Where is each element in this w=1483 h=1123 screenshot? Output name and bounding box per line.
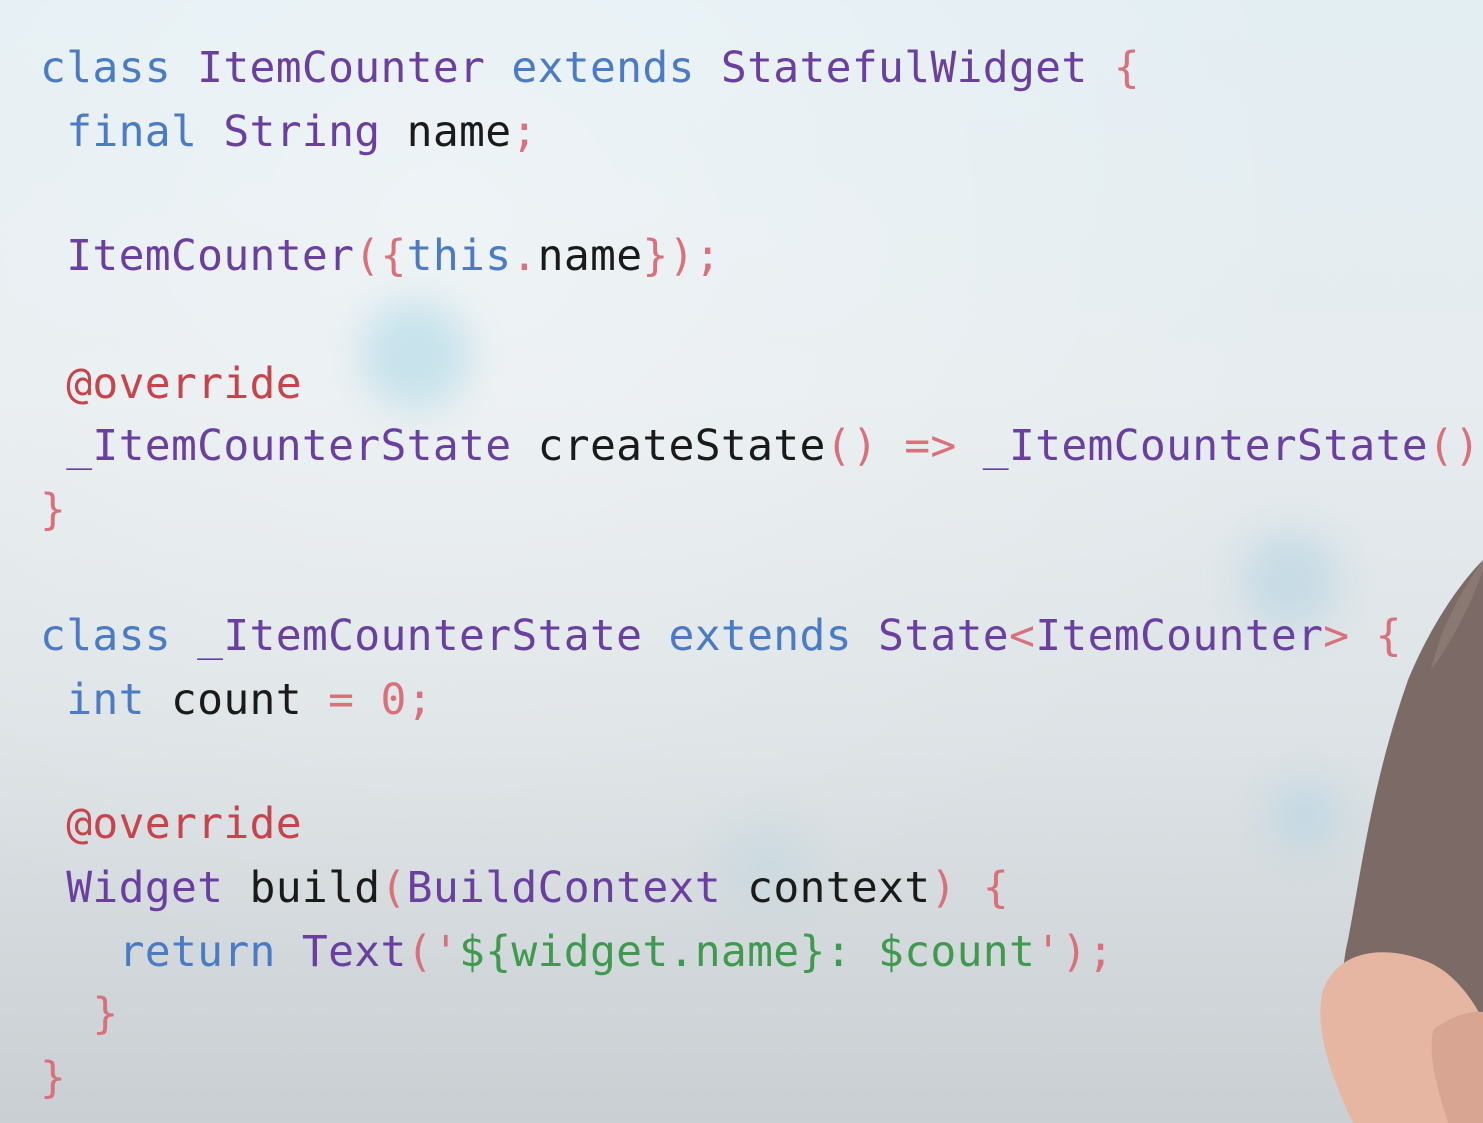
code-token-annotation: @override (40, 359, 302, 409)
code-token-punctuation: ; (406, 675, 433, 725)
line-close-class-2: } (40, 1054, 66, 1102)
line-final-name: final String name; (40, 108, 538, 156)
code-token-type: StatefulWidget (720, 43, 1114, 93)
code-token-type: Text (301, 927, 407, 977)
code-token-type: State (878, 611, 1009, 661)
code-token-punctuation: > { (1323, 611, 1402, 661)
code-token-type: Widget (40, 863, 250, 913)
code-token-type: ItemCounter (1035, 611, 1324, 661)
code-block: class ItemCounter extends StatefulWidget… (0, 0, 1483, 1123)
code-token-type: _ItemCounterState (40, 421, 538, 471)
line-class-state: class _ItemCounterState extends State<It… (40, 612, 1402, 660)
code-token-keyword: extends (668, 611, 879, 661)
code-token-type: ItemCounter (197, 43, 512, 93)
line-override-2: @override (40, 800, 302, 848)
code-token-type: _ItemCounterState (197, 611, 669, 661)
code-token-punctuation: (' (406, 927, 460, 977)
code-token-punctuation: . (511, 231, 538, 281)
code-token-annotation: @override (40, 799, 302, 849)
code-token-punctuation: ( (380, 863, 407, 913)
line-int-count: int count = 0; (40, 676, 433, 724)
code-token-keyword: int (40, 675, 171, 725)
code-token-identifier: build (249, 863, 381, 913)
line-class-itemcounter: class ItemCounter extends StatefulWidget… (40, 44, 1140, 92)
code-token-keyword: class (40, 43, 198, 93)
line-build: Widget build(BuildContext context) { (40, 864, 1009, 912)
code-token-string: ${widget.name}: $count (459, 927, 1036, 977)
code-token-number: 0 (380, 675, 407, 725)
code-token-type: ItemCounter (40, 231, 355, 281)
code-token-punctuation: } (40, 1053, 67, 1103)
line-createstate: _ItemCounterState createState() => _Item… (40, 422, 1483, 470)
code-token-punctuation: = (328, 675, 381, 725)
code-token-keyword: extends (511, 43, 721, 93)
code-token-punctuation: '); (1035, 927, 1114, 977)
code-token-keyword: class (40, 611, 198, 661)
code-token-identifier: createState (537, 421, 826, 471)
code-token-punctuation: ; (511, 107, 538, 157)
code-token-punctuation: ) { (930, 863, 1010, 913)
code-token-identifier: name (406, 107, 512, 157)
code-token-punctuation: } (40, 989, 119, 1039)
line-constructor: ItemCounter({this.name}); (40, 232, 721, 280)
code-token-identifier: count (170, 675, 329, 725)
code-token-punctuation: < (1009, 611, 1036, 661)
code-token-punctuation: () => (825, 421, 983, 471)
code-token-keyword: this (406, 231, 512, 281)
line-close-class-1: } (40, 486, 66, 534)
code-token-type: _ItemCounterState (982, 421, 1428, 471)
code-token-keyword: final (40, 107, 224, 157)
line-override-1: @override (40, 360, 302, 408)
code-token-identifier: name (537, 231, 643, 281)
code-token-punctuation: { (1113, 43, 1140, 93)
code-token-type: String (223, 107, 407, 157)
code-token-keyword: return (40, 927, 302, 977)
code-token-punctuation: } (40, 485, 67, 535)
line-close-build: } (40, 990, 119, 1038)
code-token-punctuation: (); (1428, 421, 1483, 471)
code-token-type: BuildContext (406, 863, 748, 913)
line-return: return Text('${widget.name}: $count'); (40, 928, 1114, 976)
code-token-identifier: context (747, 863, 931, 913)
code-token-punctuation: }); (642, 231, 721, 281)
code-token-punctuation: ({ (354, 231, 407, 281)
